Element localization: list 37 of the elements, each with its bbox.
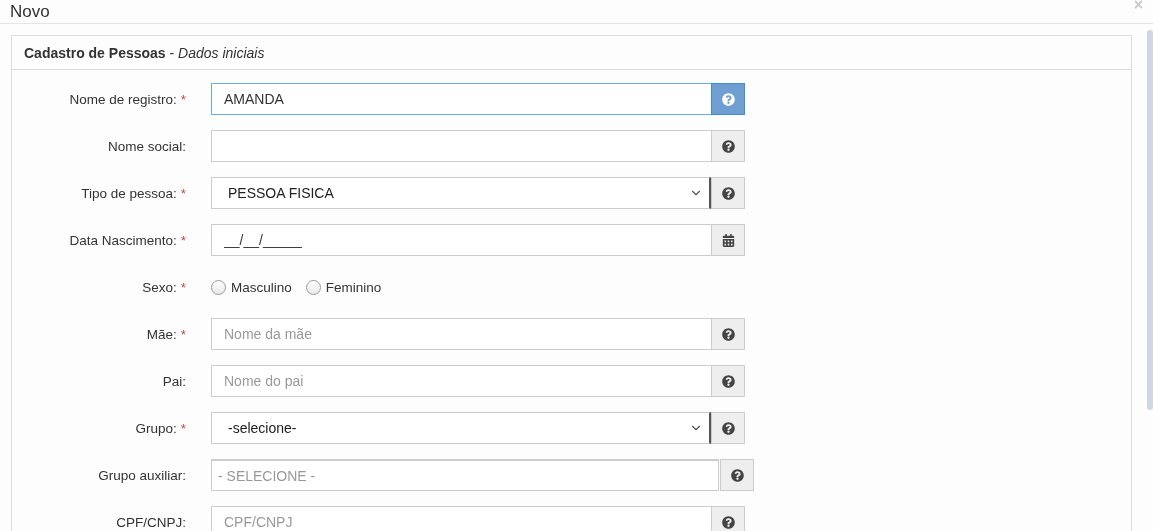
calendar-icon — [721, 233, 735, 247]
help-button[interactable] — [711, 318, 745, 350]
required-mark: * — [180, 185, 186, 201]
help-button[interactable] — [711, 177, 745, 209]
field-label: CPF/CNPJ: — [116, 514, 186, 530]
help-button[interactable] — [720, 459, 754, 491]
date-field[interactable]: __/__/_____ — [211, 224, 711, 256]
help-button[interactable] — [711, 412, 745, 444]
required-mark: * — [180, 91, 186, 107]
field-label: Nome social: — [107, 138, 186, 154]
field-label: Nome de registro: — [69, 91, 177, 107]
help-button[interactable] — [711, 506, 745, 531]
required-mark: * — [180, 420, 186, 436]
radio-option[interactable]: Masculino — [211, 279, 292, 295]
required-mark: * — [180, 326, 186, 342]
text-field[interactable] — [211, 130, 711, 162]
radio-option[interactable]: Feminino — [305, 279, 382, 295]
help-button[interactable] — [711, 130, 745, 162]
text-field[interactable]: Nome da mãe — [211, 318, 711, 350]
text-field[interactable]: Nome do pai — [211, 365, 711, 397]
required-mark: * — [180, 279, 186, 295]
select-field[interactable]: PESSOA FISICA — [211, 177, 711, 209]
field-label: Data Nascimento: — [69, 232, 177, 248]
help-button[interactable] — [711, 365, 745, 397]
panel-title: Cadastro de Pessoas - Dados iniciais — [24, 44, 265, 61]
field-label: Mãe: — [146, 326, 177, 342]
field-label: Grupo auxiliar: — [98, 467, 186, 483]
required-mark: * — [180, 232, 186, 248]
field-label: Sexo: — [142, 279, 177, 295]
field-label: Tipo de pessoa: — [81, 185, 177, 201]
select-field[interactable]: -selecione- — [211, 412, 711, 444]
text-field[interactable]: AMANDA — [211, 83, 711, 115]
calendar-button[interactable] — [711, 224, 745, 256]
field-label: Pai: — [162, 373, 186, 389]
text-field[interactable]: CPF/CNPJ — [211, 506, 711, 531]
field-label: Grupo: — [135, 420, 177, 436]
dialog-title: Novo — [10, 1, 50, 22]
